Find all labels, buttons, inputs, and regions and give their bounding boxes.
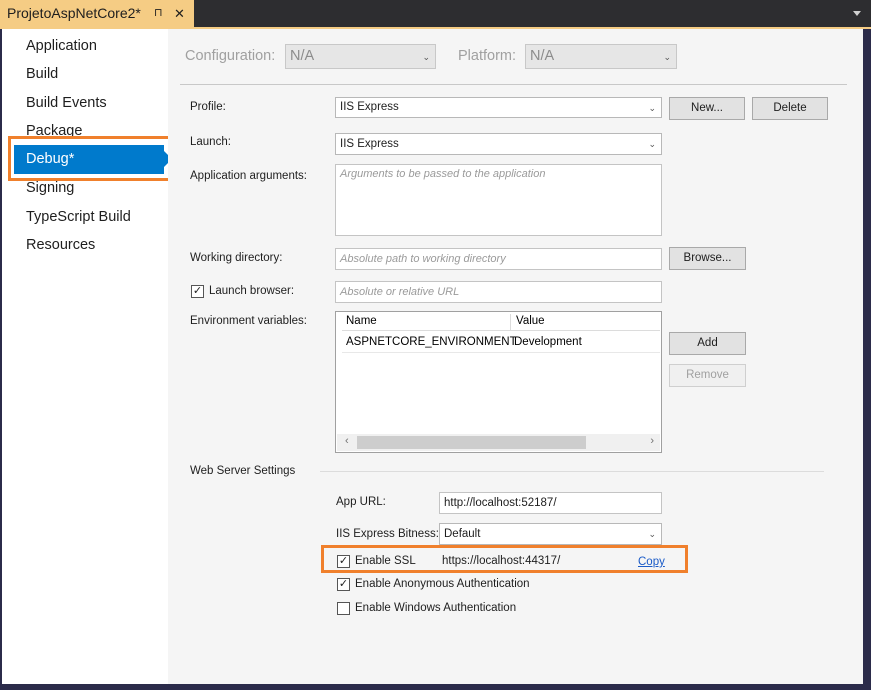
browse-button[interactable]: Browse... <box>669 247 746 270</box>
sidebar-item-label: Signing <box>26 180 75 196</box>
env-var-value[interactable]: Development <box>514 336 582 348</box>
environment-variables-label: Environment variables: <box>190 315 307 327</box>
column-divider[interactable] <box>510 314 511 331</box>
env-var-name[interactable]: ASPNETCORE_ENVIRONMENT <box>346 336 517 348</box>
sidebar-item-build-events[interactable]: Build Events <box>2 89 168 118</box>
sidebar-item-label: TypeScript Build <box>26 209 131 225</box>
working-directory-label: Working directory: <box>190 252 283 264</box>
document-tab[interactable]: ProjetoAspNetCore2* ⊓ ✕ <box>0 0 194 27</box>
environment-variables-grid[interactable]: Name Value ASPNETCORE_ENVIRONMENT Develo… <box>335 311 662 453</box>
new-profile-button[interactable]: New... <box>669 97 745 120</box>
scroll-left-icon[interactable]: ‹ <box>345 435 349 447</box>
add-env-var-button[interactable]: Add <box>669 332 746 355</box>
properties-sidebar: Application Build Build Events Package D… <box>2 29 172 684</box>
sidebar-item-build[interactable]: Build <box>2 60 168 89</box>
column-header-value[interactable]: Value <box>516 315 545 327</box>
pin-icon[interactable]: ⊓ <box>154 0 163 27</box>
close-icon[interactable]: ✕ <box>174 0 185 27</box>
document-tab-strip: ProjetoAspNetCore2* ⊓ ✕ <box>0 0 871 29</box>
sidebar-item-label: Debug* <box>26 151 75 167</box>
tab-overflow-dropdown-icon[interactable] <box>853 11 861 16</box>
scroll-right-icon[interactable]: › <box>650 435 654 447</box>
sidebar-item-package[interactable]: Package <box>2 117 168 146</box>
configuration-label: Configuration: <box>185 48 276 64</box>
chevron-down-icon: ⌄ <box>422 51 430 62</box>
app-arguments-label: Application arguments: <box>190 170 307 182</box>
launch-url-input[interactable]: Absolute or relative URL <box>335 281 662 303</box>
sidebar-item-debug[interactable]: Debug* <box>14 145 172 174</box>
scrollbar-thumb[interactable] <box>357 436 586 449</box>
sidebar-item-application[interactable]: Application <box>2 32 168 61</box>
sidebar-item-signing[interactable]: Signing <box>2 174 168 203</box>
sidebar-item-label: Build <box>26 66 59 82</box>
launch-value: IIS Express <box>340 138 399 150</box>
app-arguments-input[interactable]: Arguments to be passed to the applicatio… <box>335 164 662 236</box>
profile-value: IIS Express <box>340 101 399 113</box>
launch-browser-checkbox[interactable]: ✓ <box>191 285 204 298</box>
anonymous-auth-checkbox[interactable]: ✓ <box>337 578 350 591</box>
sidebar-item-resources[interactable]: Resources <box>2 231 168 260</box>
anonymous-auth-label: Enable Anonymous Authentication <box>355 578 530 590</box>
platform-label: Platform: <box>458 48 517 64</box>
enable-ssl-label: Enable SSL <box>355 555 416 567</box>
column-header-name[interactable]: Name <box>346 315 377 327</box>
copy-ssl-url-link[interactable]: Copy <box>638 556 665 568</box>
table-row[interactable]: ASPNETCORE_ENVIRONMENT Development <box>342 331 660 353</box>
sidebar-item-typescript-build[interactable]: TypeScript Build <box>2 203 168 232</box>
iis-express-bitness-select[interactable]: Default ⌄ <box>439 523 662 545</box>
grid-header: Name Value <box>342 314 660 331</box>
chevron-down-icon: ⌄ <box>663 51 671 62</box>
document-tab-title: ProjetoAspNetCore2* <box>7 5 141 21</box>
iis-express-bitness-label: IIS Express Bitness: <box>336 528 439 540</box>
sidebar-item-label: Package <box>26 123 83 139</box>
web-server-settings-heading: Web Server Settings <box>190 465 296 477</box>
launch-label: Launch: <box>190 136 231 148</box>
configuration-value: N/A <box>290 48 315 64</box>
ssl-url-text: https://localhost:44317/ <box>442 555 561 567</box>
configuration-select: N/A ⌄ <box>285 44 436 69</box>
divider <box>180 84 847 85</box>
chevron-down-icon: ⌄ <box>648 529 656 539</box>
launch-browser-label: Launch browser: <box>209 285 295 297</box>
chevron-down-icon: ⌄ <box>648 139 656 149</box>
launch-select[interactable]: IIS Express ⌄ <box>335 133 662 155</box>
app-url-label: App URL: <box>336 496 386 508</box>
platform-value: N/A <box>530 48 555 64</box>
horizontal-scrollbar[interactable]: ‹ › <box>337 434 660 451</box>
delete-profile-button[interactable]: Delete <box>752 97 828 120</box>
enable-ssl-checkbox[interactable]: ✓ <box>337 555 350 568</box>
sidebar-item-label: Resources <box>26 237 96 253</box>
chevron-down-icon: ⌄ <box>648 102 656 113</box>
profile-label: Profile: <box>190 101 226 113</box>
platform-select: N/A ⌄ <box>525 44 677 69</box>
profile-select[interactable]: IIS Express ⌄ <box>335 97 662 118</box>
app-url-input[interactable]: http://localhost:52187/ <box>439 492 662 514</box>
sidebar-item-label: Build Events <box>26 95 107 111</box>
remove-env-var-button[interactable]: Remove <box>669 364 746 387</box>
windows-auth-checkbox[interactable] <box>337 602 350 615</box>
working-directory-input[interactable]: Absolute path to working directory <box>335 248 662 270</box>
bitness-value: Default <box>444 528 481 540</box>
windows-auth-label: Enable Windows Authentication <box>355 602 517 614</box>
divider <box>320 471 824 472</box>
sidebar-item-label: Application <box>26 38 97 54</box>
